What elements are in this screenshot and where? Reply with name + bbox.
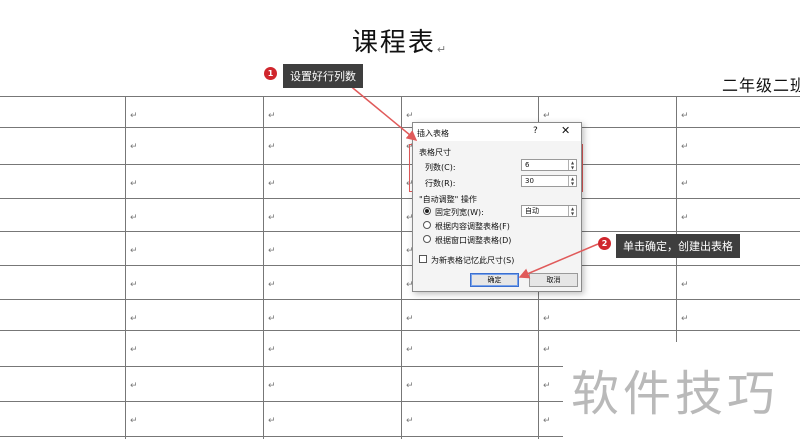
cell-paragraph-mark: ↵ — [130, 179, 138, 189]
table-row-border — [0, 265, 800, 266]
table-row-border — [0, 330, 800, 331]
rows-spinner[interactable]: 30 ▲ ▼ — [521, 175, 577, 187]
cell-paragraph-mark: ↵ — [406, 314, 414, 324]
cell-paragraph-mark: ↵ — [543, 345, 551, 355]
cell-paragraph-mark: ↵ — [681, 314, 689, 324]
cell-paragraph-mark: ↵ — [681, 142, 689, 152]
radio-autofit-content-label: 根据内容调整表格(F) — [435, 222, 510, 231]
cancel-button[interactable]: 取消 — [529, 273, 578, 287]
radio-autofit-content[interactable] — [423, 221, 431, 229]
remember-size-checkbox[interactable] — [419, 255, 427, 263]
watermark: 软件技巧 — [563, 342, 800, 439]
columns-spinner[interactable]: 6 ▲ ▼ — [521, 159, 577, 171]
cell-paragraph-mark: ↵ — [130, 416, 138, 426]
table-row-border — [0, 231, 800, 232]
cell-paragraph-mark: ↵ — [268, 142, 276, 152]
document-title-text: 课程表 — [351, 28, 436, 58]
spinner-arrows-icon[interactable]: ▲ ▼ — [568, 176, 576, 186]
insert-table-dialog: 插入表格 ? ✕ 表格尺寸 列数(C): 6 ▲ ▼ 行数(R): 30 ▲ ▼ "… — [412, 122, 582, 292]
spinner-arrows-icon[interactable]: ▲ ▼ — [568, 160, 576, 170]
columns-value: 6 — [525, 161, 530, 169]
table-row-border — [0, 96, 800, 97]
section-autofit: "自动调整" 操作 — [419, 195, 477, 204]
cell-paragraph-mark: ↵ — [130, 111, 138, 121]
callout-badge-1: 1 — [264, 67, 277, 80]
radio-fixed-width-label: 固定列宽(W): — [435, 208, 484, 217]
ok-button[interactable]: 确定 — [470, 273, 519, 287]
cell-paragraph-mark: ↵ — [681, 111, 689, 121]
dialog-title: 插入表格 — [417, 129, 449, 138]
cell-paragraph-mark: ↵ — [268, 111, 276, 121]
table-row-border — [0, 198, 800, 199]
cell-paragraph-mark: ↵ — [406, 381, 414, 391]
rows-value: 30 — [525, 177, 534, 185]
cell-paragraph-mark: ↵ — [406, 111, 414, 121]
paragraph-mark: ↵ — [436, 43, 449, 56]
cell-paragraph-mark: ↵ — [681, 213, 689, 223]
rows-label: 行数(R): — [425, 179, 456, 188]
columns-label: 列数(C): — [425, 163, 456, 172]
remember-size-label: 为新表格记忆此尺寸(S) — [431, 256, 515, 265]
cell-paragraph-mark: ↵ — [406, 345, 414, 355]
cell-paragraph-mark: ↵ — [130, 280, 138, 290]
cell-paragraph-mark: ↵ — [268, 345, 276, 355]
cell-paragraph-mark: ↵ — [268, 213, 276, 223]
cell-paragraph-mark: ↵ — [543, 416, 551, 426]
table-row-border — [0, 127, 800, 128]
cell-paragraph-mark: ↵ — [543, 381, 551, 391]
callout-set-rows-columns: 设置好行列数 — [283, 64, 363, 88]
fixed-width-select[interactable]: 自动 ▲ ▼ — [521, 205, 577, 217]
cell-paragraph-mark: ↵ — [130, 345, 138, 355]
table-row-border — [0, 299, 800, 300]
cell-paragraph-mark: ↵ — [130, 246, 138, 256]
cell-paragraph-mark: ↵ — [543, 111, 551, 121]
table-column-border — [401, 96, 402, 439]
cell-paragraph-mark: ↵ — [681, 179, 689, 189]
radio-fixed-width[interactable] — [423, 207, 431, 215]
radio-autofit-window[interactable] — [423, 235, 431, 243]
callout-click-ok: 单击确定，创建出表格 — [616, 234, 740, 258]
table-row-border — [0, 164, 800, 165]
table-column-border — [125, 96, 126, 439]
document-title: 课程表↵ — [0, 22, 800, 59]
fixed-width-value: 自动 — [525, 207, 539, 215]
cell-paragraph-mark: ↵ — [406, 416, 414, 426]
cell-paragraph-mark: ↵ — [130, 213, 138, 223]
cell-paragraph-mark: ↵ — [268, 179, 276, 189]
cell-paragraph-mark: ↵ — [681, 280, 689, 290]
cell-paragraph-mark: ↵ — [130, 381, 138, 391]
cell-paragraph-mark: ↵ — [268, 381, 276, 391]
class-label: 二年级二班 — [722, 76, 800, 95]
watermark-text: 软件技巧 — [571, 366, 780, 422]
cell-paragraph-mark: ↵ — [268, 280, 276, 290]
cell-paragraph-mark: ↵ — [268, 246, 276, 256]
close-icon[interactable]: ✕ — [561, 124, 570, 137]
cell-paragraph-mark: ↵ — [130, 314, 138, 324]
spinner-arrows-icon[interactable]: ▲ ▼ — [568, 206, 576, 216]
cell-paragraph-mark: ↵ — [130, 142, 138, 152]
cell-paragraph-mark: ↵ — [268, 416, 276, 426]
dialog-titlebar: 插入表格 ? ✕ — [413, 123, 581, 141]
help-icon[interactable]: ? — [533, 126, 538, 136]
radio-autofit-window-label: 根据窗口调整表格(D) — [435, 236, 512, 245]
callout-badge-2: 2 — [598, 237, 611, 250]
cell-paragraph-mark: ↵ — [543, 314, 551, 324]
cell-paragraph-mark: ↵ — [268, 314, 276, 324]
table-column-border — [263, 96, 264, 439]
section-table-size: 表格尺寸 — [419, 148, 451, 157]
